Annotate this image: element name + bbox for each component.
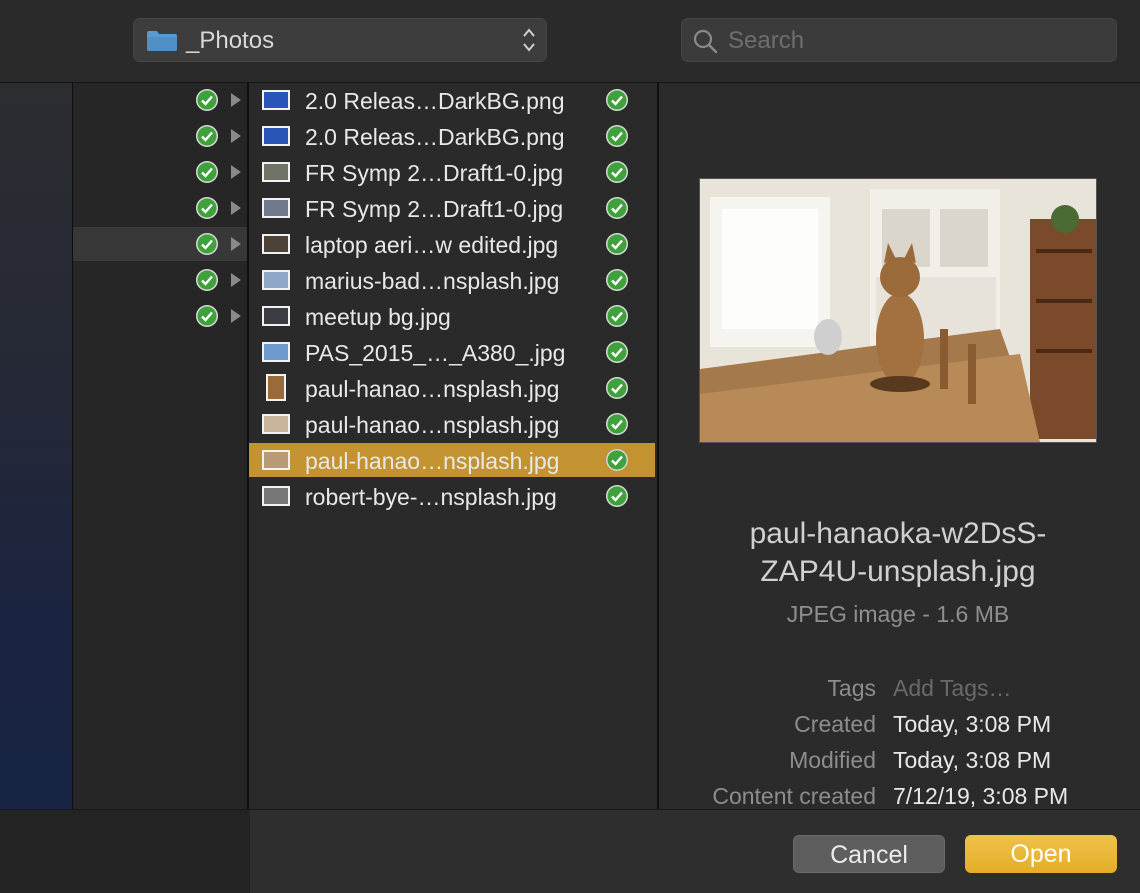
- preview-pane: paul-hanaoka-w2DsS- ZAP4U-unsplash.jpg J…: [659, 83, 1140, 809]
- file-name: marius-bad…nsplash.jpg: [305, 268, 560, 294]
- modified-label: Modified: [789, 747, 876, 773]
- file-row[interactable]: PAS_2015_…_A380_.jpg: [249, 335, 655, 369]
- open-button[interactable]: Open: [965, 835, 1117, 873]
- file-row[interactable]: FR Symp 2…Draft1-0.jpg: [249, 191, 655, 225]
- image-thumbnail-icon: [262, 198, 290, 218]
- synced-check-icon: [606, 233, 628, 255]
- image-thumbnail-icon: [262, 126, 290, 146]
- synced-check-icon: [196, 197, 218, 219]
- synced-check-icon: [196, 269, 218, 291]
- file-name: PAS_2015_…_A380_.jpg: [305, 340, 566, 366]
- search-icon: [693, 29, 718, 54]
- synced-check-icon: [196, 89, 218, 111]
- file-name: meetup bg.jpg: [305, 304, 451, 330]
- synced-check-icon: [606, 341, 628, 363]
- image-thumbnail-icon: [262, 450, 290, 470]
- image-thumbnail-icon: [262, 414, 290, 434]
- folder-row[interactable]: [73, 299, 247, 333]
- file-row[interactable]: paul-hanao…nsplash.jpg: [249, 371, 655, 405]
- file-list-column: 2.0 Releas…DarkBG.png 2.0 Releas…DarkBG.…: [249, 83, 659, 809]
- disclosure-arrow-icon[interactable]: [231, 93, 241, 107]
- synced-check-icon: [606, 89, 628, 111]
- modified-value: Today, 3:08 PM: [893, 747, 1052, 773]
- footer-left-area: [0, 810, 250, 893]
- file-row[interactable]: 2.0 Releas…DarkBG.png: [249, 83, 655, 117]
- search-input[interactable]: [726, 24, 1110, 58]
- synced-check-icon: [606, 449, 628, 471]
- synced-check-icon: [606, 305, 628, 327]
- disclosure-arrow-icon[interactable]: [231, 309, 241, 323]
- sidebar: [0, 83, 73, 809]
- file-row[interactable]: 2.0 Releas…DarkBG.png: [249, 119, 655, 153]
- synced-check-icon: [196, 161, 218, 183]
- file-row[interactable]: marius-bad…nsplash.jpg: [249, 263, 655, 297]
- content-created-value: 7/12/19, 3:08 PM: [893, 783, 1069, 809]
- synced-check-icon: [606, 125, 628, 147]
- image-thumbnail-icon: [262, 90, 290, 110]
- folder-row[interactable]: [73, 263, 247, 297]
- content-created-label: Content created: [712, 783, 876, 809]
- preview-image: [699, 178, 1097, 443]
- disclosure-arrow-icon[interactable]: [231, 165, 241, 179]
- image-thumbnail-icon: [266, 374, 286, 401]
- synced-check-icon: [606, 413, 628, 435]
- image-thumbnail-icon: [262, 270, 290, 290]
- synced-check-icon: [606, 161, 628, 183]
- folder-row[interactable]: [73, 191, 247, 225]
- tags-label: Tags: [827, 675, 876, 701]
- chevron-updown-icon: [523, 28, 535, 52]
- file-row-selected[interactable]: paul-hanao…nsplash.jpg: [249, 443, 655, 477]
- folder-row[interactable]: [73, 83, 247, 117]
- file-name: paul-hanao…nsplash.jpg: [305, 412, 560, 438]
- synced-check-icon: [196, 125, 218, 147]
- image-thumbnail-icon: [262, 306, 290, 326]
- created-label: Created: [794, 711, 876, 737]
- disclosure-arrow-icon[interactable]: [231, 237, 241, 251]
- file-name: FR Symp 2…Draft1-0.jpg: [305, 196, 564, 222]
- file-row[interactable]: laptop aeri…w edited.jpg: [249, 227, 655, 261]
- image-thumbnail-icon: [262, 486, 290, 506]
- folder-selector-label: _Photos: [186, 27, 275, 54]
- folder-row-selected[interactable]: [73, 227, 247, 261]
- disclosure-arrow-icon[interactable]: [231, 129, 241, 143]
- cancel-button[interactable]: Cancel: [793, 835, 945, 873]
- toolbar: _Photos: [0, 0, 1140, 83]
- file-name: 2.0 Releas…DarkBG.png: [305, 124, 565, 150]
- file-name: FR Symp 2…Draft1-0.jpg: [305, 160, 564, 186]
- disclosure-arrow-icon[interactable]: [231, 201, 241, 215]
- preview-file-kind: JPEG image - 1.6 MB: [786, 601, 1010, 627]
- file-name: laptop aeri…w edited.jpg: [305, 232, 559, 258]
- preview-file-name-line1: paul-hanaoka-w2DsS-: [749, 517, 1047, 550]
- file-row[interactable]: paul-hanao…nsplash.jpg: [249, 407, 655, 441]
- synced-check-icon: [606, 197, 628, 219]
- file-name: robert-bye-…nsplash.jpg: [305, 484, 557, 510]
- synced-check-icon: [606, 377, 628, 399]
- folder-row[interactable]: [73, 119, 247, 153]
- synced-check-icon: [196, 233, 218, 255]
- preview-file-name-line2: ZAP4U-unsplash.jpg: [760, 555, 1036, 588]
- parent-folder-column: [73, 83, 249, 809]
- file-row[interactable]: FR Symp 2…Draft1-0.jpg: [249, 155, 655, 189]
- image-thumbnail-icon: [262, 234, 290, 254]
- synced-check-icon: [196, 305, 218, 327]
- created-value: Today, 3:08 PM: [893, 711, 1052, 737]
- add-tags-field[interactable]: Add Tags…: [893, 675, 1011, 702]
- folder-selector[interactable]: _Photos: [133, 18, 547, 62]
- file-name: paul-hanao…nsplash.jpg: [305, 376, 560, 402]
- folder-icon: [147, 31, 177, 51]
- folder-row[interactable]: [73, 155, 247, 189]
- image-thumbnail-icon: [262, 342, 290, 362]
- file-name: paul-hanao…nsplash.jpg: [305, 448, 560, 474]
- synced-check-icon: [606, 485, 628, 507]
- preview-file-name: paul-hanaoka-w2DsS- ZAP4U-unsplash.jpg: [689, 515, 1107, 591]
- file-name: 2.0 Releas…DarkBG.png: [305, 88, 565, 114]
- dialog-footer: Cancel Open: [0, 809, 1140, 893]
- file-row[interactable]: meetup bg.jpg: [249, 299, 655, 333]
- file-row[interactable]: robert-bye-…nsplash.jpg: [249, 479, 655, 513]
- search-field[interactable]: [681, 18, 1117, 62]
- image-thumbnail-icon: [262, 162, 290, 182]
- disclosure-arrow-icon[interactable]: [231, 273, 241, 287]
- synced-check-icon: [606, 269, 628, 291]
